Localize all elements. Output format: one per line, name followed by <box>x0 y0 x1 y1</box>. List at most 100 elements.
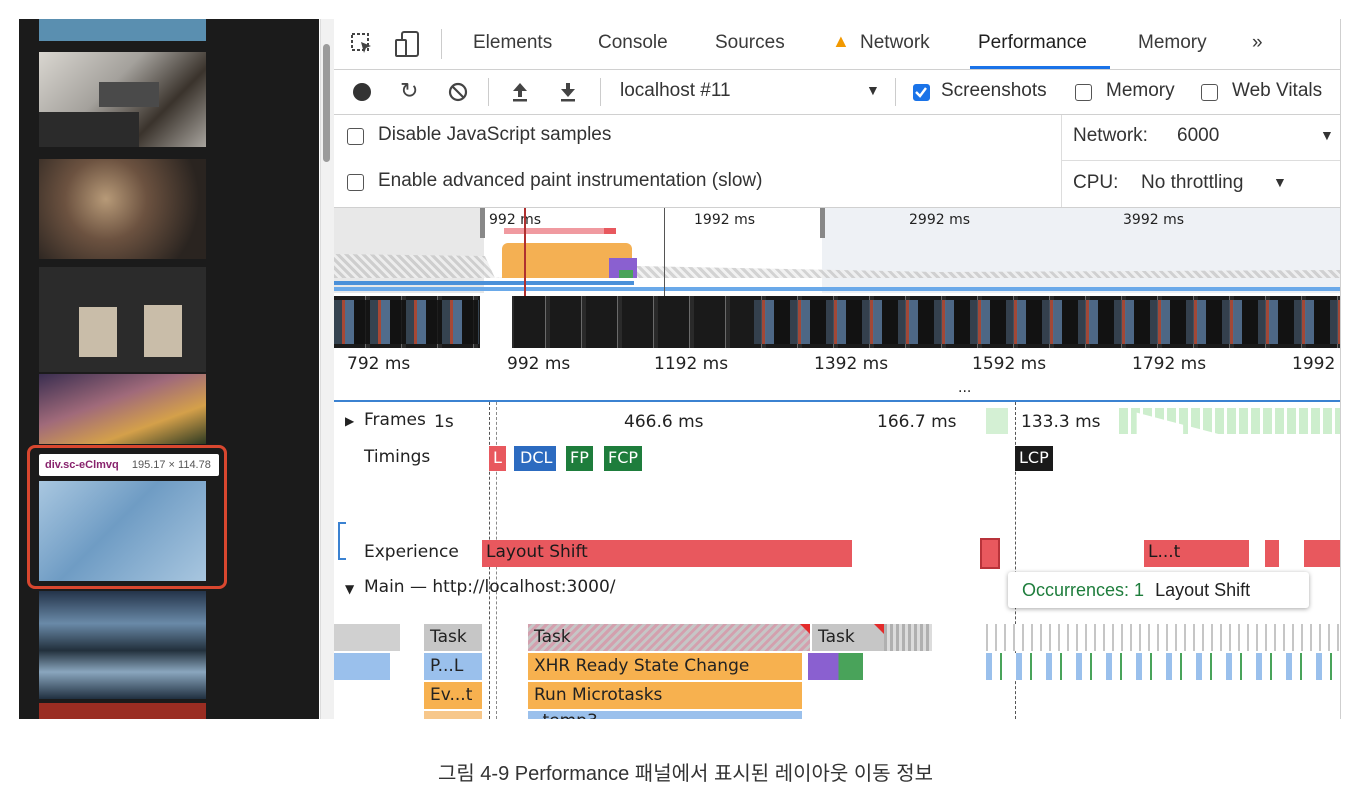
disable-js-samples-checkbox[interactable] <box>347 128 364 145</box>
more-tabs-icon[interactable]: » <box>1252 32 1263 54</box>
timing-lcp-marker[interactable]: LCP <box>1015 446 1053 471</box>
frame-idle-block <box>986 408 1008 434</box>
tab-performance[interactable]: Performance <box>978 32 1087 54</box>
record-icon[interactable] <box>353 83 371 101</box>
temp3-bar[interactable]: _temp3 <box>528 711 802 719</box>
thumbnail-drinking[interactable] <box>39 159 206 259</box>
timings-track-label[interactable]: Timings <box>364 447 430 467</box>
expand-frames-icon[interactable]: ▶ <box>345 414 354 428</box>
cpu-throttle-select[interactable]: No throttling <box>1141 172 1243 194</box>
tab-memory[interactable]: Memory <box>1138 32 1207 54</box>
overview-dimmed-right <box>822 208 1340 293</box>
resize-handle-ellipsis[interactable]: ... <box>958 380 971 396</box>
flame-row2-left <box>334 653 390 680</box>
task-bar-1[interactable]: Task <box>528 624 810 651</box>
clear-icon[interactable] <box>448 82 468 102</box>
page-viewport: div.sc-eClmvq 195.17 × 114.78 <box>19 19 319 719</box>
filmstrip-thumb-group <box>334 300 479 344</box>
ruler-tick-0: 792 ms <box>347 354 411 374</box>
layout-shift-bar[interactable]: Layout Shift <box>482 540 852 567</box>
reload-record-icon[interactable]: ↻ <box>400 80 418 102</box>
overview-cursor-line-2 <box>664 208 665 298</box>
flame-bars-left-bottom <box>424 711 482 719</box>
tabbar-divider <box>441 29 442 59</box>
frame-time-1: 166.7 ms <box>877 412 957 432</box>
event-bar[interactable]: Ev...t <box>424 682 482 709</box>
overview-tick-0: 992 ms <box>489 212 542 228</box>
ruler-tick-5: 1792 ms <box>1132 354 1207 374</box>
screenshots-checkbox[interactable] <box>913 84 930 101</box>
tab-console[interactable]: Console <box>598 32 668 54</box>
thumbnail-highlighted[interactable] <box>39 481 206 581</box>
upload-profile-icon[interactable] <box>510 81 530 103</box>
collapse-main-icon[interactable]: ▼ <box>345 582 354 596</box>
task-bar-tail <box>884 624 932 651</box>
thumbnail-red[interactable] <box>39 703 206 719</box>
ruler-tick-3: 1392 ms <box>814 354 889 374</box>
toolbar-divider <box>488 78 489 106</box>
ruler-tick-6: 1992 <box>1292 354 1336 374</box>
cpu-throttle-label: CPU: <box>1073 172 1119 193</box>
toolbar-divider-2 <box>600 78 601 106</box>
frames-track-label[interactable]: Frames <box>364 410 426 430</box>
network-chevron-down-icon[interactable]: ▼ <box>1320 127 1334 143</box>
disable-js-samples-label: Disable JavaScript samples <box>378 124 612 145</box>
overview-layout-shift-bar-2 <box>604 228 616 234</box>
target-select[interactable]: localhost #11 <box>620 80 731 102</box>
overview-tick-3: 3992 ms <box>1123 212 1185 228</box>
download-profile-icon[interactable] <box>558 81 578 103</box>
frame-time-2: 133.3 ms <box>1021 412 1101 432</box>
network-throttle-select[interactable]: 6000 <box>1177 125 1219 147</box>
rendering-bar <box>808 653 863 680</box>
thumbnail-flowers[interactable] <box>39 374 206 444</box>
paint-layout-bar[interactable]: P...L <box>424 653 482 680</box>
task-bar-0[interactable]: Task <box>424 624 482 651</box>
timing-dcl-marker[interactable]: DCL <box>514 446 557 471</box>
device-toolbar-icon[interactable] <box>394 30 422 58</box>
long-task-corner-2 <box>874 624 884 634</box>
memory-checkbox[interactable] <box>1075 84 1092 101</box>
screenshots-label: Screenshots <box>941 80 1047 101</box>
tab-network[interactable]: Network <box>860 32 930 54</box>
tab-sources[interactable]: Sources <box>715 32 785 54</box>
devtools-panel: Elements Console Sources ▲ Network Perfo… <box>334 19 1341 719</box>
layout-shift-bar-2[interactable] <box>980 538 1000 569</box>
settings-hline <box>1061 160 1340 161</box>
overview-selection-right-handle[interactable] <box>820 208 825 238</box>
toolbar-divider-3 <box>895 78 896 106</box>
figure-caption: 그림 4-9 Performance 패널에서 표시된 레이아웃 이동 정보 <box>437 763 934 785</box>
thumbnail-top-strip <box>39 19 206 41</box>
timing-fp-marker[interactable]: FP <box>566 446 593 471</box>
ruler-tick-2: 1192 ms <box>654 354 729 374</box>
chevron-down-icon[interactable]: ▼ <box>866 82 880 98</box>
thumbnail-kitchen[interactable] <box>39 52 206 147</box>
experience-track-label[interactable]: Experience <box>364 542 459 562</box>
network-throttle-label: Network: <box>1073 125 1148 146</box>
web-vitals-checkbox[interactable] <box>1201 84 1218 101</box>
tooltip-event-name: Layout Shift <box>1155 580 1251 600</box>
timeline-overview[interactable]: 992 ms 1992 ms 2992 ms 3992 ms <box>334 208 1340 348</box>
long-task-corner <box>800 624 810 634</box>
inspect-element-icon[interactable] <box>350 32 374 56</box>
run-microtasks-bar[interactable]: Run Microtasks <box>528 682 802 709</box>
thumbnail-boxes[interactable] <box>39 267 206 372</box>
page-scrollbar-thumb[interactable] <box>323 44 330 162</box>
layout-shift-bar-5[interactable] <box>1304 540 1340 567</box>
flame-idle-left <box>334 624 400 651</box>
memory-label: Memory <box>1106 80 1175 101</box>
web-vitals-label: Web Vitals <box>1232 80 1323 101</box>
thumbnail-mountain-lake[interactable] <box>39 591 206 699</box>
capture-settings: Disable JavaScript samples Enable advanc… <box>334 115 1340 208</box>
xhr-ready-state-change-bar[interactable]: XHR Ready State Change <box>528 653 802 680</box>
overview-selection-left-handle[interactable] <box>480 208 485 238</box>
layout-shift-bar-3[interactable]: L...t <box>1144 540 1249 567</box>
tab-elements[interactable]: Elements <box>473 32 552 54</box>
layout-shift-bar-4[interactable] <box>1265 540 1279 567</box>
timing-fcp-marker[interactable]: FCP <box>604 446 643 471</box>
overview-tick-1: 1992 ms <box>694 212 756 228</box>
advanced-paint-checkbox[interactable] <box>347 174 364 191</box>
cpu-chevron-down-icon[interactable]: ▼ <box>1273 174 1287 190</box>
timing-load-marker[interactable]: L <box>489 446 506 471</box>
tooltip-selector: div.sc-eClmvq <box>45 459 119 471</box>
main-thread-label[interactable]: Main — http://localhost:3000/ <box>364 577 616 597</box>
